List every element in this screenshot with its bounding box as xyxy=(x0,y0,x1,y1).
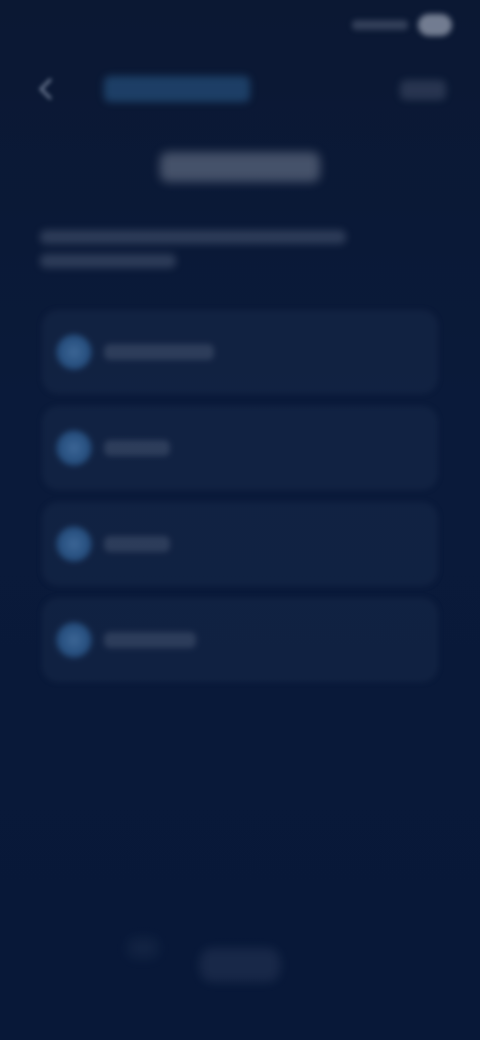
status-time xyxy=(34,16,114,38)
nav-right-action[interactable] xyxy=(400,80,446,100)
status-bar xyxy=(0,0,480,60)
description-line xyxy=(40,254,176,268)
page-description xyxy=(40,230,360,278)
top-nav xyxy=(0,72,480,108)
description-line xyxy=(40,230,346,244)
options-list xyxy=(42,310,438,694)
chevron-left-icon[interactable] xyxy=(36,78,56,100)
list-item[interactable] xyxy=(42,502,438,586)
circle-icon xyxy=(56,622,92,658)
list-item[interactable] xyxy=(42,598,438,682)
bottom-button[interactable] xyxy=(200,948,280,982)
list-item-label xyxy=(104,536,170,552)
circle-icon xyxy=(56,334,92,370)
status-indicators xyxy=(352,14,452,36)
circle-icon xyxy=(56,430,92,466)
list-item-label xyxy=(104,440,170,456)
nav-link[interactable] xyxy=(104,76,250,102)
battery-icon xyxy=(418,14,452,36)
list-item-label xyxy=(104,344,214,360)
list-item[interactable] xyxy=(42,406,438,490)
circle-icon xyxy=(56,526,92,562)
bottom-decoration xyxy=(128,938,158,958)
page-title xyxy=(160,152,320,182)
signal-icon xyxy=(352,20,408,30)
list-item-label xyxy=(104,632,196,648)
list-item[interactable] xyxy=(42,310,438,394)
